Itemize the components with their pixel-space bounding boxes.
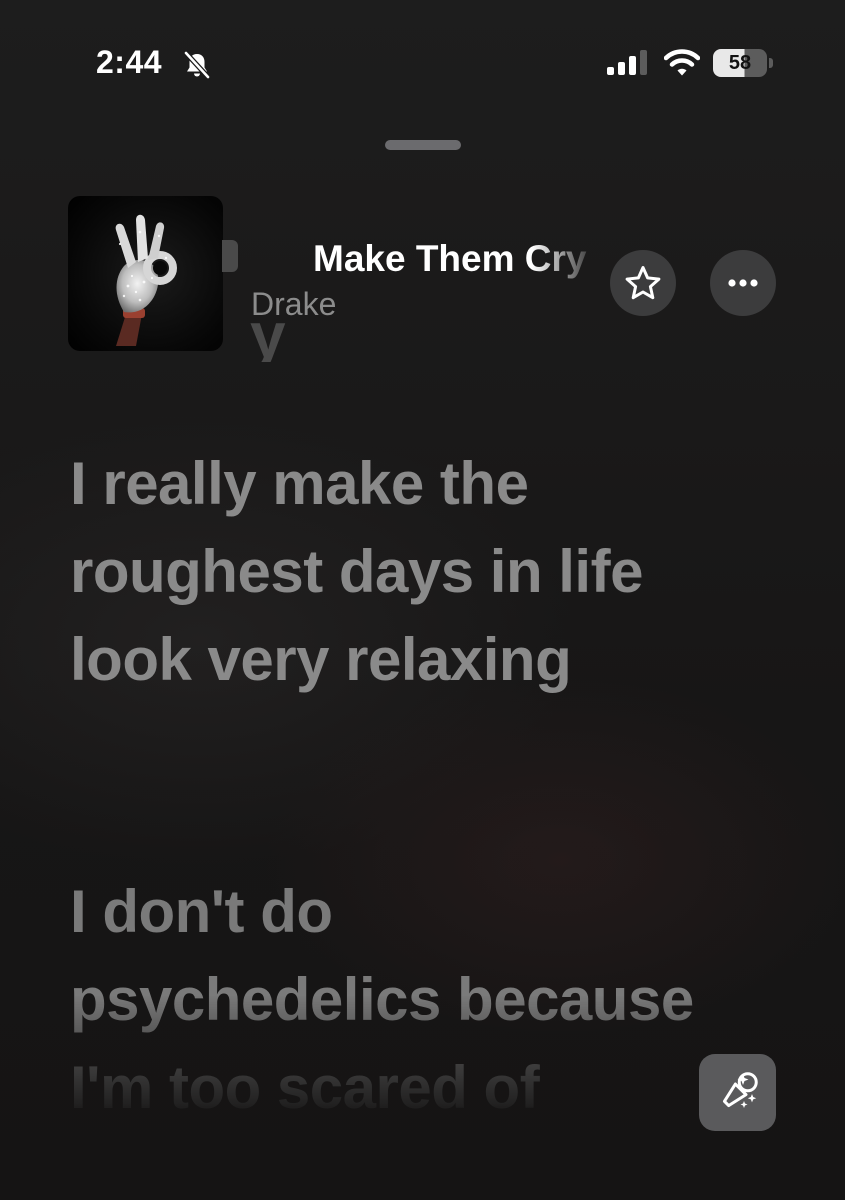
now-playing-sheet: 2:44 58 Make Them Cry Drake y I really m…: [0, 0, 845, 1200]
star-icon: [625, 266, 661, 300]
battery-nub: [769, 58, 773, 68]
explicit-badge: [222, 240, 238, 272]
more-options-button[interactable]: [710, 250, 776, 316]
bell-slash-icon: [184, 51, 210, 79]
sheet-grabber[interactable]: [385, 140, 461, 150]
previous-lyric-text: y: [250, 318, 286, 362]
album-artwork[interactable]: [68, 196, 223, 351]
battery-icon: 58: [713, 49, 773, 77]
song-title: Make Them Cry: [313, 238, 587, 279]
microphone-sparkles-icon: [722, 1072, 758, 1108]
title-marquee[interactable]: Make Them Cry: [222, 234, 606, 284]
sing-button[interactable]: [699, 1054, 776, 1131]
ok-hand-glove-artwork: [115, 214, 177, 346]
favorite-button[interactable]: [610, 250, 676, 316]
wifi-icon: [664, 49, 700, 76]
lyrics-screen: 2:44 58 Make Them Cry Drake y I really m…: [0, 0, 845, 1200]
current-lyric-line[interactable]: I really make the roughest days in life …: [70, 440, 710, 704]
ellipsis-icon: [728, 279, 758, 287]
next-lyric-line[interactable]: I don't do psychedelics because I'm too …: [70, 868, 710, 1132]
cellular-signal-icon: [607, 50, 647, 75]
status-time: 2:44: [96, 44, 163, 80]
battery-level: 58: [713, 49, 767, 77]
previous-lyric-line[interactable]: y: [250, 318, 590, 362]
